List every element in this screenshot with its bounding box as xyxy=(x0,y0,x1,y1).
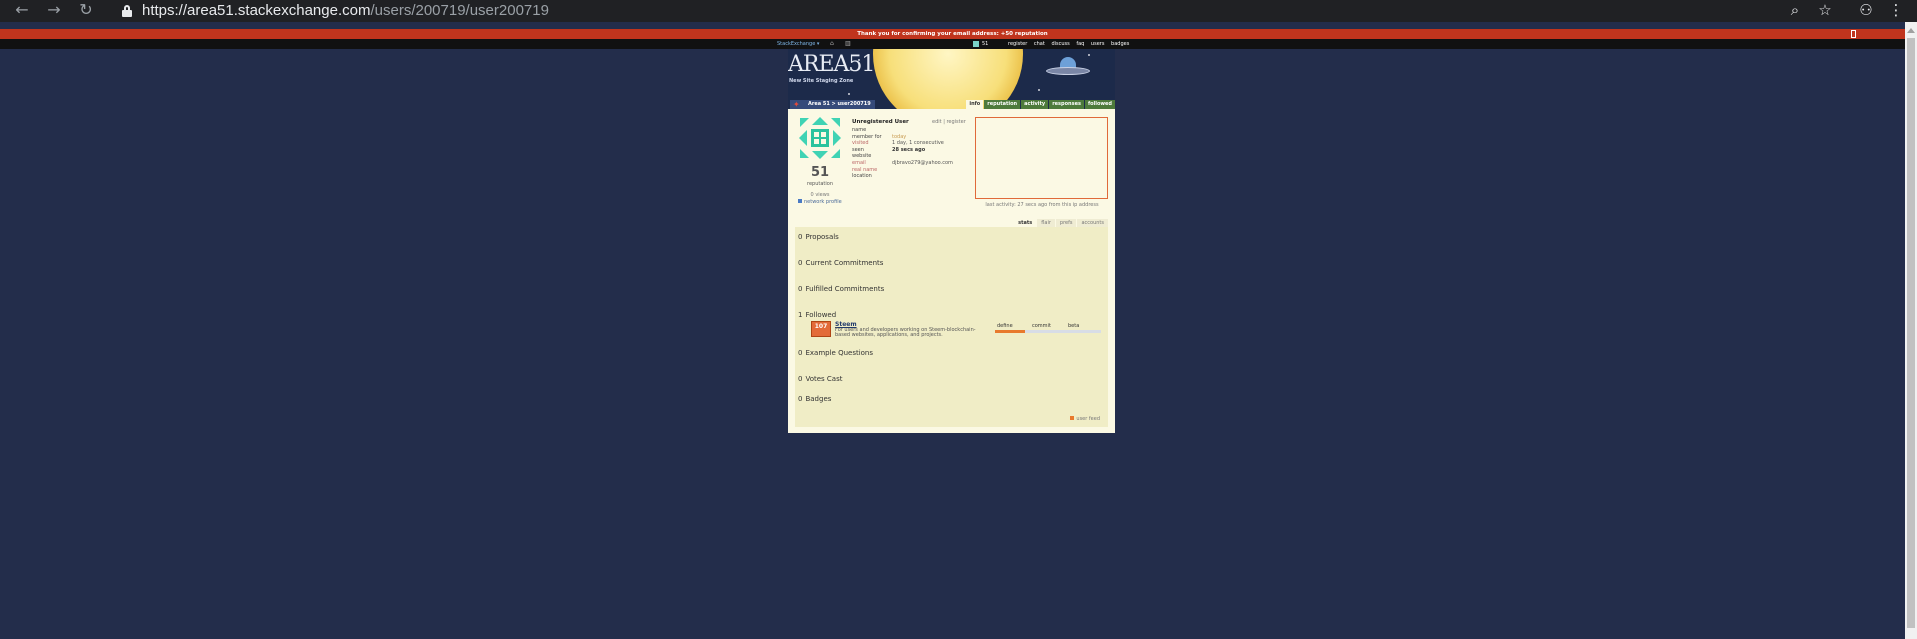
reputation-count: 51 xyxy=(810,165,830,180)
subtab-stats[interactable]: stats xyxy=(1014,219,1037,227)
browser-toolbar: ← → ↻ https://area51.stackexchange.com/u… xyxy=(0,0,1917,22)
tab-followed[interactable]: followed xyxy=(1084,100,1115,109)
info-row-email: email djbravo279@yahoo.com xyxy=(852,159,953,166)
user-feed-link[interactable]: user feed xyxy=(1070,416,1100,422)
stat-fulfilled-commitments[interactable]: 0 Fulfilled Commitments xyxy=(798,285,884,293)
inbox-icon[interactable]: ⌂ xyxy=(830,39,834,49)
subtab-flair[interactable]: flair xyxy=(1037,219,1055,227)
site-tagline: New Site Staging Zone xyxy=(789,78,854,84)
last-activity: last activity: 27 secs ago from this ip … xyxy=(985,202,1099,208)
topbar-link-discuss[interactable]: discuss xyxy=(1051,41,1069,47)
profile-views: 0 views xyxy=(810,192,830,198)
topbar-link-badges[interactable]: badges xyxy=(1111,41,1129,47)
stackexchange-logo[interactable]: StackExchange ▾ xyxy=(777,39,819,49)
network-profile-link[interactable]: network profile xyxy=(798,199,842,205)
info-row-visited: visited 1 day, 1 consecutive xyxy=(852,140,944,147)
info-row-seen: seen 28 secs ago xyxy=(852,146,926,153)
scroll-up-icon[interactable] xyxy=(1907,28,1915,33)
edit-register-links[interactable]: edit | register xyxy=(932,119,966,125)
info-row-location: location xyxy=(852,173,872,180)
subtab-accounts[interactable]: accounts xyxy=(1077,219,1108,227)
header-tab-bar: ✦ Area 51 > user200719 info reputation a… xyxy=(788,100,1115,109)
topbar-link-register[interactable]: register xyxy=(1008,41,1027,47)
stat-badges[interactable]: 0 Badges xyxy=(798,395,831,403)
notification-close-icon[interactable] xyxy=(1851,30,1856,38)
topbar-link-users[interactable]: users xyxy=(1091,41,1105,47)
user-display-name: Unregistered User xyxy=(852,119,909,125)
stage-progress-fill xyxy=(995,330,1025,333)
stat-votes-cast[interactable]: 0 Votes Cast xyxy=(798,375,843,383)
network-icon xyxy=(798,199,802,203)
topbar-link-chat[interactable]: chat xyxy=(1034,41,1045,47)
stat-current-commitments[interactable]: 0 Current Commitments xyxy=(798,259,883,267)
proposal-stage-progress: define commit beta xyxy=(995,323,1101,335)
follower-count-badge: 107 xyxy=(811,321,831,337)
stage-progress-track xyxy=(995,330,1101,333)
breadcrumb[interactable]: ✦ Area 51 > user200719 xyxy=(790,100,875,109)
scroll-thumb[interactable] xyxy=(1907,38,1915,628)
notification-bar: Thank you for confirming your email addr… xyxy=(0,29,1905,39)
menu-icon[interactable]: ⋮ xyxy=(1884,0,1908,22)
tab-responses[interactable]: responses xyxy=(1049,100,1084,109)
address-bar[interactable]: https://area51.stackexchange.com/users/2… xyxy=(108,0,1768,22)
tab-info[interactable]: info xyxy=(966,100,984,109)
site-header: AREA51 New Site Staging Zone ✦ Area 51 >… xyxy=(788,49,1115,109)
user-info-table: name member for today visited 1 day, 1 con… xyxy=(852,127,953,180)
site-logo[interactable]: AREA51 xyxy=(788,52,875,77)
site-icon xyxy=(973,41,979,47)
info-row-website: website xyxy=(852,153,872,160)
proposal-description: For users and developers working on Stee… xyxy=(835,327,976,338)
stage-define: define xyxy=(997,323,1013,329)
topbar-links: register chat discuss faq users badges xyxy=(1008,39,1134,49)
stage-commit: commit xyxy=(1032,323,1051,329)
incognito-icon[interactable]: ⚇ xyxy=(1854,0,1878,22)
lock-icon xyxy=(122,5,132,17)
topbar-reputation[interactable]: 51 xyxy=(982,39,988,49)
reload-icon[interactable]: ↻ xyxy=(72,0,100,22)
url-text[interactable]: https://area51.stackexchange.com/users/2… xyxy=(142,1,549,21)
star-icon[interactable]: ☆ xyxy=(1813,0,1837,22)
topbar-link-faq[interactable]: faq xyxy=(1076,41,1084,47)
area51-icon: ✦ xyxy=(793,100,800,109)
back-arrow-icon[interactable]: ← xyxy=(8,0,36,22)
tab-activity[interactable]: activity xyxy=(1021,100,1049,109)
stat-example-questions[interactable]: 0 Example Questions xyxy=(798,349,873,357)
ufo-icon xyxy=(1046,57,1090,81)
info-row-member-for: member for today xyxy=(852,133,907,140)
avatar[interactable] xyxy=(798,116,842,160)
subtab-prefs[interactable]: prefs xyxy=(1055,219,1077,227)
achievements-icon[interactable]: ▥ xyxy=(845,39,851,49)
rss-icon xyxy=(1070,416,1075,420)
info-row-name: name xyxy=(852,127,867,133)
profile-tabs: info reputation activity responses follo… xyxy=(966,100,1115,109)
stage-beta: beta xyxy=(1068,323,1080,329)
about-me-box xyxy=(975,117,1108,199)
info-row-real-name: real name xyxy=(852,166,878,173)
page-scrollbar[interactable] xyxy=(1905,22,1917,639)
tab-reputation[interactable]: reputation xyxy=(984,100,1021,109)
zoom-icon[interactable]: ⌕ xyxy=(1783,0,1807,22)
reputation-label: reputation xyxy=(807,181,833,187)
stat-followed[interactable]: 1 Followed xyxy=(798,311,836,319)
profile-card: 51 reputation 0 views network profile Un… xyxy=(788,109,1115,433)
stats-panel: 0 Proposals 0 Current Commitments 0 Fulfill… xyxy=(795,227,1108,427)
followed-proposal: 107 Steem For users and developers worki… xyxy=(811,321,1101,339)
stats-subtabs: stats flair prefs accounts xyxy=(1014,219,1108,227)
notification-text: Thank you for confirming your email addr… xyxy=(857,31,1048,37)
stat-proposals[interactable]: 0 Proposals xyxy=(798,233,839,241)
stackexchange-topbar: StackExchange ▾ ⌂ ▥ 51 register chat dis… xyxy=(0,39,1905,49)
forward-arrow-icon[interactable]: → xyxy=(40,0,68,22)
